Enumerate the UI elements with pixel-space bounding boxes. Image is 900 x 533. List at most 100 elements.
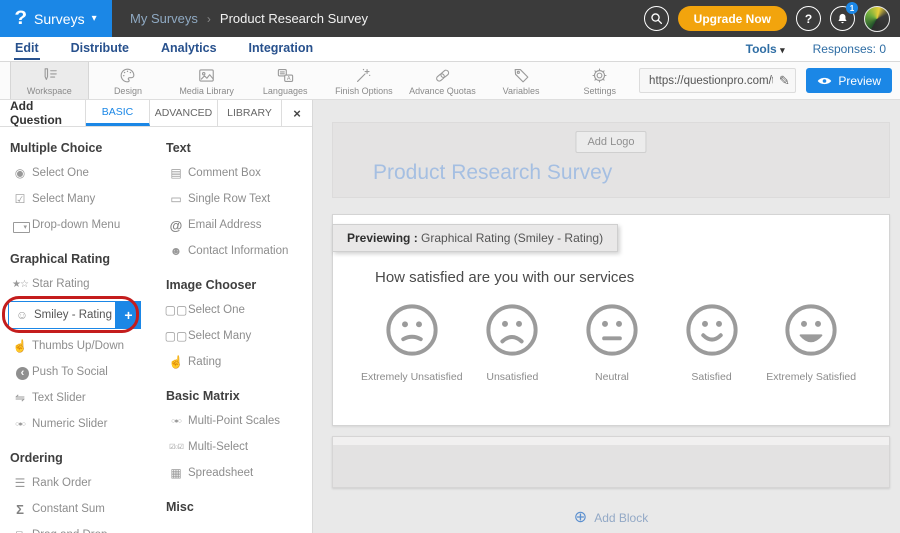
sidebar-item-image-select-many[interactable]: ▢▢ Select Many bbox=[164, 323, 312, 349]
section-title: Basic Matrix bbox=[166, 389, 312, 403]
smiley-option-unsatisfied[interactable]: Unsatisfied bbox=[463, 302, 563, 383]
toolbar-settings[interactable]: Settings bbox=[560, 62, 639, 99]
menu-bar: Edit Distribute Analytics Integration To… bbox=[0, 37, 900, 62]
sidebar-item-numeric-slider[interactable]: ○●○ Numeric Slider bbox=[8, 411, 156, 437]
section-title: Multiple Choice bbox=[10, 141, 156, 155]
product-switcher[interactable]: ? Surveys ▾ bbox=[0, 0, 112, 37]
svg-text:A: A bbox=[287, 76, 291, 82]
toolbar-media-library[interactable]: Media Library bbox=[167, 62, 246, 99]
tools-dropdown[interactable]: Tools ▾ bbox=[746, 42, 785, 56]
section-misc: Misc bbox=[164, 500, 312, 514]
smiley-face-icon bbox=[684, 302, 740, 358]
search-button[interactable] bbox=[644, 6, 669, 31]
drag-drop-icon: ⧉ bbox=[8, 528, 32, 533]
survey-header-block[interactable]: Add Logo Product Research Survey bbox=[332, 122, 890, 198]
tab-advanced[interactable]: ADVANCED bbox=[150, 100, 218, 126]
survey-canvas: Add Logo Product Research Survey Preview… bbox=[313, 100, 900, 533]
spreadsheet-icon: ▦ bbox=[164, 466, 188, 480]
notification-badge: 1 bbox=[846, 2, 858, 14]
share-icon: ‹ bbox=[16, 367, 29, 380]
tab-distribute[interactable]: Distribute bbox=[70, 38, 130, 60]
smiley-face-icon bbox=[783, 302, 839, 358]
add-smiley-question-button[interactable]: + bbox=[116, 301, 141, 329]
at-sign-icon: @ bbox=[164, 218, 188, 233]
tab-library[interactable]: LIBRARY bbox=[218, 100, 282, 126]
section-title: Text bbox=[166, 141, 312, 155]
sidebar-item-multi-select[interactable]: ☑○☑ Multi-Select bbox=[164, 434, 312, 460]
breadcrumb-current-survey: Product Research Survey bbox=[220, 11, 368, 26]
question-column-1: Multiple Choice ◉ Select One ☑ Select Ma… bbox=[0, 127, 156, 533]
sidebar-item-multi-point-scales[interactable]: ○●○ Multi-Point Scales bbox=[164, 408, 312, 434]
toolbar-advance-quotas[interactable]: Advance Quotas bbox=[403, 62, 482, 99]
tab-integration[interactable]: Integration bbox=[248, 38, 315, 60]
sidebar-item-rank-order[interactable]: ☰ Rank Order bbox=[8, 470, 156, 496]
rating-thumb-icon: ☝ bbox=[164, 355, 188, 369]
sidebar-item-single-row-text[interactable]: ▭ Single Row Text bbox=[164, 186, 312, 212]
responses-count[interactable]: Responses: 0 bbox=[813, 42, 886, 56]
toolbar-languages[interactable]: A Languages bbox=[246, 62, 325, 99]
smiley-option-neutral[interactable]: Neutral bbox=[562, 302, 662, 383]
section-multiple-choice: Multiple Choice ◉ Select One ☑ Select Ma… bbox=[8, 141, 156, 238]
sidebar-item-comment-box[interactable]: ▤ Comment Box bbox=[164, 160, 312, 186]
sidebar-item-dropdown-menu[interactable]: ▾ Drop-down Menu bbox=[8, 212, 156, 238]
question-column-2: Text ▤ Comment Box ▭ Single Row Text @ E… bbox=[156, 127, 312, 533]
edit-url-pencil-icon[interactable]: ✎ bbox=[773, 73, 795, 89]
user-avatar[interactable] bbox=[864, 6, 890, 32]
sidebar-item-text-slider[interactable]: ⇋ Text Slider bbox=[8, 385, 156, 411]
survey-url-input[interactable]: https://questionpro.com/t/A bbox=[640, 75, 773, 87]
gear-icon bbox=[589, 66, 610, 85]
close-sidebar-button[interactable]: × bbox=[282, 100, 312, 126]
numeric-slider-icon: ○●○ bbox=[8, 421, 32, 428]
image-choose-icon: ▢▢ bbox=[164, 303, 188, 317]
section-title: Image Chooser bbox=[166, 278, 312, 292]
add-logo-button[interactable]: Add Logo bbox=[575, 131, 646, 153]
chevron-down-icon: ▾ bbox=[92, 13, 97, 24]
smiley-face-icon bbox=[584, 302, 640, 358]
breadcrumb-my-surveys[interactable]: My Surveys bbox=[130, 11, 198, 26]
sidebar-item-spreadsheet[interactable]: ▦ Spreadsheet bbox=[164, 460, 312, 486]
add-block-button[interactable]: ⊕ Add Block bbox=[332, 510, 890, 526]
menubar-right: Tools ▾ Responses: 0 bbox=[746, 42, 886, 56]
tab-analytics[interactable]: Analytics bbox=[160, 38, 218, 60]
empty-survey-block[interactable] bbox=[332, 436, 890, 488]
sidebar-item-select-one[interactable]: ◉ Select One bbox=[8, 160, 156, 186]
add-question-title: Add Question bbox=[0, 100, 86, 126]
sidebar-item-contact-information[interactable]: ☻ Contact Information bbox=[164, 238, 312, 264]
preview-button[interactable]: Preview bbox=[806, 68, 892, 93]
multi-select-icon: ☑○☑ bbox=[164, 443, 188, 451]
help-button[interactable]: ? bbox=[796, 6, 821, 31]
toolbar-workspace[interactable]: Workspace bbox=[10, 62, 89, 99]
toolbar-variables[interactable]: Variables bbox=[482, 62, 561, 99]
sidebar-item-push-to-social[interactable]: ‹ Push To Social bbox=[8, 359, 156, 385]
tab-basic[interactable]: BASIC bbox=[86, 100, 150, 126]
sidebar-item-select-many[interactable]: ☑ Select Many bbox=[8, 186, 156, 212]
question-preview-panel: Previewing : Graphical Rating (Smiley - … bbox=[332, 214, 890, 426]
select-one-icon: ◉ bbox=[8, 166, 32, 180]
bell-icon bbox=[836, 12, 849, 25]
close-icon: × bbox=[293, 106, 301, 121]
tab-edit[interactable]: Edit bbox=[14, 38, 40, 60]
smiley-option-extremely-unsatisfied[interactable]: Extremely Unsatisfied bbox=[361, 302, 463, 383]
sidebar-item-smiley-rating[interactable]: ☺ Smiley - Rating bbox=[8, 301, 116, 329]
upgrade-now-button[interactable]: Upgrade Now bbox=[678, 6, 787, 31]
breadcrumb-separator-icon: › bbox=[207, 12, 211, 26]
smiley-option-extremely-satisfied[interactable]: Extremely Satisfied bbox=[761, 302, 861, 383]
search-icon bbox=[650, 12, 663, 25]
notifications-button[interactable]: 1 bbox=[830, 6, 855, 31]
sidebar-item-image-select-one[interactable]: ▢▢ Select One bbox=[164, 297, 312, 323]
sidebar-item-star-rating[interactable]: ★☆ Star Rating bbox=[8, 271, 156, 297]
toolbar-design[interactable]: Design bbox=[89, 62, 168, 99]
survey-title[interactable]: Product Research Survey bbox=[373, 161, 612, 185]
plus-icon: + bbox=[124, 307, 132, 323]
sidebar-item-drag-and-drop[interactable]: ⧉ Drag and Drop bbox=[8, 522, 156, 533]
sidebar-item-thumbs-up-down[interactable]: ☝ Thumbs Up/Down bbox=[8, 333, 156, 359]
image-icon bbox=[196, 66, 217, 85]
sidebar-item-email-address[interactable]: @ Email Address bbox=[164, 212, 312, 238]
section-ordering: Ordering ☰ Rank Order Σ Constant Sum ⧉ D… bbox=[8, 451, 156, 533]
chevron-down-icon: ▾ bbox=[780, 45, 785, 55]
sidebar-item-image-rating[interactable]: ☝ Rating bbox=[164, 349, 312, 375]
toolbar-finish-options[interactable]: Finish Options bbox=[325, 62, 404, 99]
workspace-icon bbox=[39, 66, 60, 85]
sidebar-item-constant-sum[interactable]: Σ Constant Sum bbox=[8, 496, 156, 522]
smiley-option-satisfied[interactable]: Satisfied bbox=[662, 302, 762, 383]
